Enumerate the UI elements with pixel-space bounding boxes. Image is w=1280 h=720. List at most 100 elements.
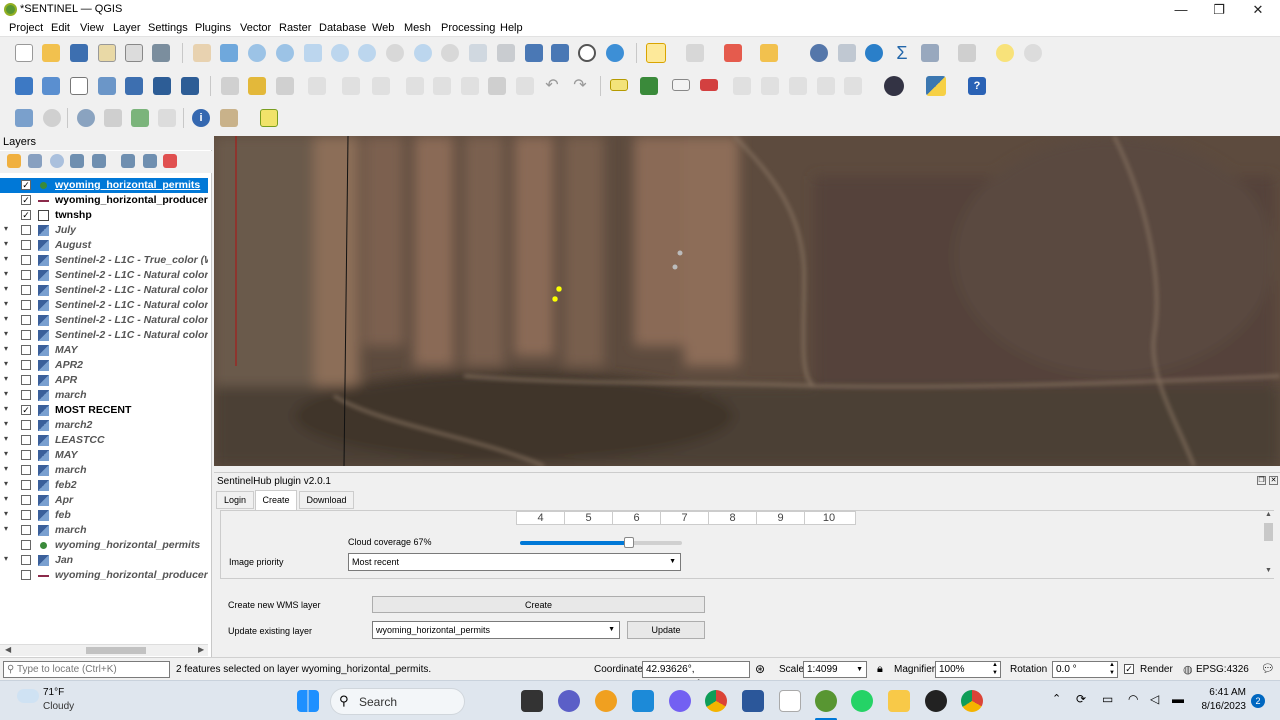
save-project-icon[interactable] xyxy=(70,44,88,62)
expand-arrow-icon[interactable]: ▾ xyxy=(4,284,8,293)
file-explorer-icon[interactable] xyxy=(888,690,910,712)
maximize-button[interactable]: ❐ xyxy=(1201,0,1237,20)
zoom-out-icon[interactable] xyxy=(276,44,294,62)
layer-row[interactable]: ▾ LEASTCC xyxy=(0,433,208,448)
expand-arrow-icon[interactable]: ▾ xyxy=(4,299,8,308)
update-button[interactable]: Update xyxy=(627,621,705,639)
globe-icon[interactable]: ◍ xyxy=(1183,663,1193,676)
media-player-icon[interactable] xyxy=(925,690,947,712)
layer-visibility-checkbox[interactable] xyxy=(21,390,31,400)
expand-arrow-icon[interactable]: ▾ xyxy=(4,449,8,458)
filter-expression-icon[interactable] xyxy=(92,154,106,168)
scroll-down-icon[interactable]: ▼ xyxy=(1265,567,1272,574)
spinner-arrows-icon[interactable]: ▲ ▼ xyxy=(992,661,998,677)
current-edits-icon[interactable] xyxy=(221,77,239,95)
layer-row[interactable]: ▾ Sentinel-2 - L1C - True_color (WI xyxy=(0,253,208,268)
crs-button[interactable]: EPSG:4326 xyxy=(1196,664,1249,675)
sentinelhub-globe-icon[interactable] xyxy=(884,76,904,96)
expand-arrow-icon[interactable]: ▾ xyxy=(4,479,8,488)
redo-icon[interactable]: ↷ xyxy=(571,77,589,95)
new-bookmark-icon[interactable] xyxy=(525,44,543,62)
info-icon[interactable]: i xyxy=(192,109,210,127)
menu-edit[interactable]: Edit xyxy=(51,22,70,34)
layer-visibility-checkbox[interactable] xyxy=(21,345,31,355)
add-group-icon[interactable] xyxy=(28,154,42,168)
change-label-icon[interactable] xyxy=(789,77,807,95)
menu-raster[interactable]: Raster xyxy=(279,22,311,34)
scroll-left-icon[interactable]: ◀ xyxy=(5,645,11,654)
weather-cloud-icon[interactable] xyxy=(17,689,39,703)
calendar-day[interactable]: 8 xyxy=(709,512,757,524)
display-icon[interactable]: ▭ xyxy=(1102,692,1113,706)
battery-icon[interactable]: ▬ xyxy=(1172,692,1184,706)
viber-icon[interactable] xyxy=(669,690,691,712)
menu-mesh[interactable]: Mesh xyxy=(404,22,431,34)
layer-visibility-checkbox[interactable] xyxy=(21,375,31,385)
expand-arrow-icon[interactable]: ▾ xyxy=(4,239,8,248)
calendar-day[interactable]: 10 xyxy=(805,512,853,524)
expand-arrow-icon[interactable]: ▾ xyxy=(4,359,8,368)
layer-visibility-checkbox[interactable] xyxy=(21,225,31,235)
whatsapp-icon[interactable] xyxy=(851,690,873,712)
remove-layer-icon[interactable] xyxy=(163,154,177,168)
measure-line-icon[interactable] xyxy=(958,44,976,62)
clipboard-icon[interactable] xyxy=(516,77,534,95)
data-source-manager-icon[interactable] xyxy=(15,77,33,95)
diagram-tool-icon[interactable] xyxy=(640,77,658,95)
calendar-day[interactable]: 5 xyxy=(565,512,613,524)
menu-database[interactable]: Database xyxy=(319,22,366,34)
wifi-icon[interactable]: ◠ xyxy=(1128,692,1138,706)
add-feature-icon[interactable] xyxy=(15,109,33,127)
layer-visibility-checkbox[interactable] xyxy=(21,315,31,325)
expand-arrow-icon[interactable]: ▾ xyxy=(4,389,8,398)
layer-row[interactable]: ▾ Sentinel-2 - L1C - Natural color ( xyxy=(0,298,208,313)
task-view-icon[interactable] xyxy=(521,690,543,712)
add-spatialite-icon[interactable] xyxy=(98,77,116,95)
scroll-up-icon[interactable]: ▲ xyxy=(1265,511,1272,518)
layer-visibility-checkbox[interactable]: ✓ xyxy=(21,210,31,220)
image-priority-select[interactable]: Most recent ▼ xyxy=(348,553,681,571)
layer-visibility-checkbox[interactable] xyxy=(21,255,31,265)
move-label-icon[interactable] xyxy=(733,77,751,95)
attribute-table-icon[interactable] xyxy=(838,44,856,62)
zoom-last-icon[interactable] xyxy=(414,44,432,62)
create-vertical-scrollbar[interactable]: ▲ ▼ xyxy=(1263,511,1274,578)
identify-features-icon[interactable] xyxy=(810,44,828,62)
layer-row[interactable]: wyoming_horizontal_producers xyxy=(0,568,208,583)
layer-row[interactable]: ▾ feb2 xyxy=(0,478,208,493)
python-console-icon[interactable] xyxy=(926,76,946,96)
pan-to-selection-icon[interactable] xyxy=(220,44,238,62)
layer-visibility-checkbox[interactable] xyxy=(21,435,31,445)
add-delimited-text-icon[interactable] xyxy=(70,77,88,95)
move-feature-icon[interactable] xyxy=(43,109,61,127)
show-hide-labels-icon[interactable] xyxy=(817,77,835,95)
georeferencer-icon[interactable] xyxy=(104,109,122,127)
layer-row[interactable]: ▾ march xyxy=(0,463,208,478)
layer-visibility-checkbox[interactable] xyxy=(21,420,31,430)
new-map-view-icon[interactable] xyxy=(469,44,487,62)
expand-arrow-icon[interactable]: ▾ xyxy=(4,329,8,338)
layer-row[interactable]: ▾ march2 xyxy=(0,418,208,433)
layer-visibility-checkbox[interactable]: ✓ xyxy=(21,195,31,205)
layer-visibility-checkbox[interactable] xyxy=(21,480,31,490)
menu-plugins[interactable]: Plugins xyxy=(195,22,231,34)
layer-visibility-checkbox[interactable] xyxy=(21,465,31,475)
layer-row[interactable]: wyoming_horizontal_permits xyxy=(0,538,208,553)
layer-row[interactable]: ▾ Sentinel-2 - L1C - Natural color ( xyxy=(0,268,208,283)
processing-toolbox-icon[interactable] xyxy=(865,44,883,62)
calendar-day[interactable]: 7 xyxy=(661,512,709,524)
layer-row[interactable]: ▾ ✓ MOST RECENT xyxy=(0,403,208,418)
layer-row[interactable]: ▾ August xyxy=(0,238,208,253)
open-layer-styling-icon[interactable] xyxy=(7,154,21,168)
open-project-icon[interactable] xyxy=(42,44,60,62)
clock-date[interactable]: 8/16/2023 xyxy=(1192,701,1247,712)
mouse-icon[interactable]: ⊛ xyxy=(755,662,765,676)
scroll-thumb[interactable] xyxy=(86,647,146,654)
rotation-spinbox[interactable]: 0.0 ° ▲ ▼ xyxy=(1052,661,1118,678)
teams-chat-icon[interactable] xyxy=(558,690,580,712)
layer-row[interactable]: ▾ APR xyxy=(0,373,208,388)
layer-visibility-checkbox[interactable] xyxy=(21,510,31,520)
render-checkbox[interactable]: ✓ xyxy=(1124,664,1134,674)
point-cloud-icon[interactable] xyxy=(131,109,149,127)
create-button[interactable]: Create xyxy=(372,596,705,613)
